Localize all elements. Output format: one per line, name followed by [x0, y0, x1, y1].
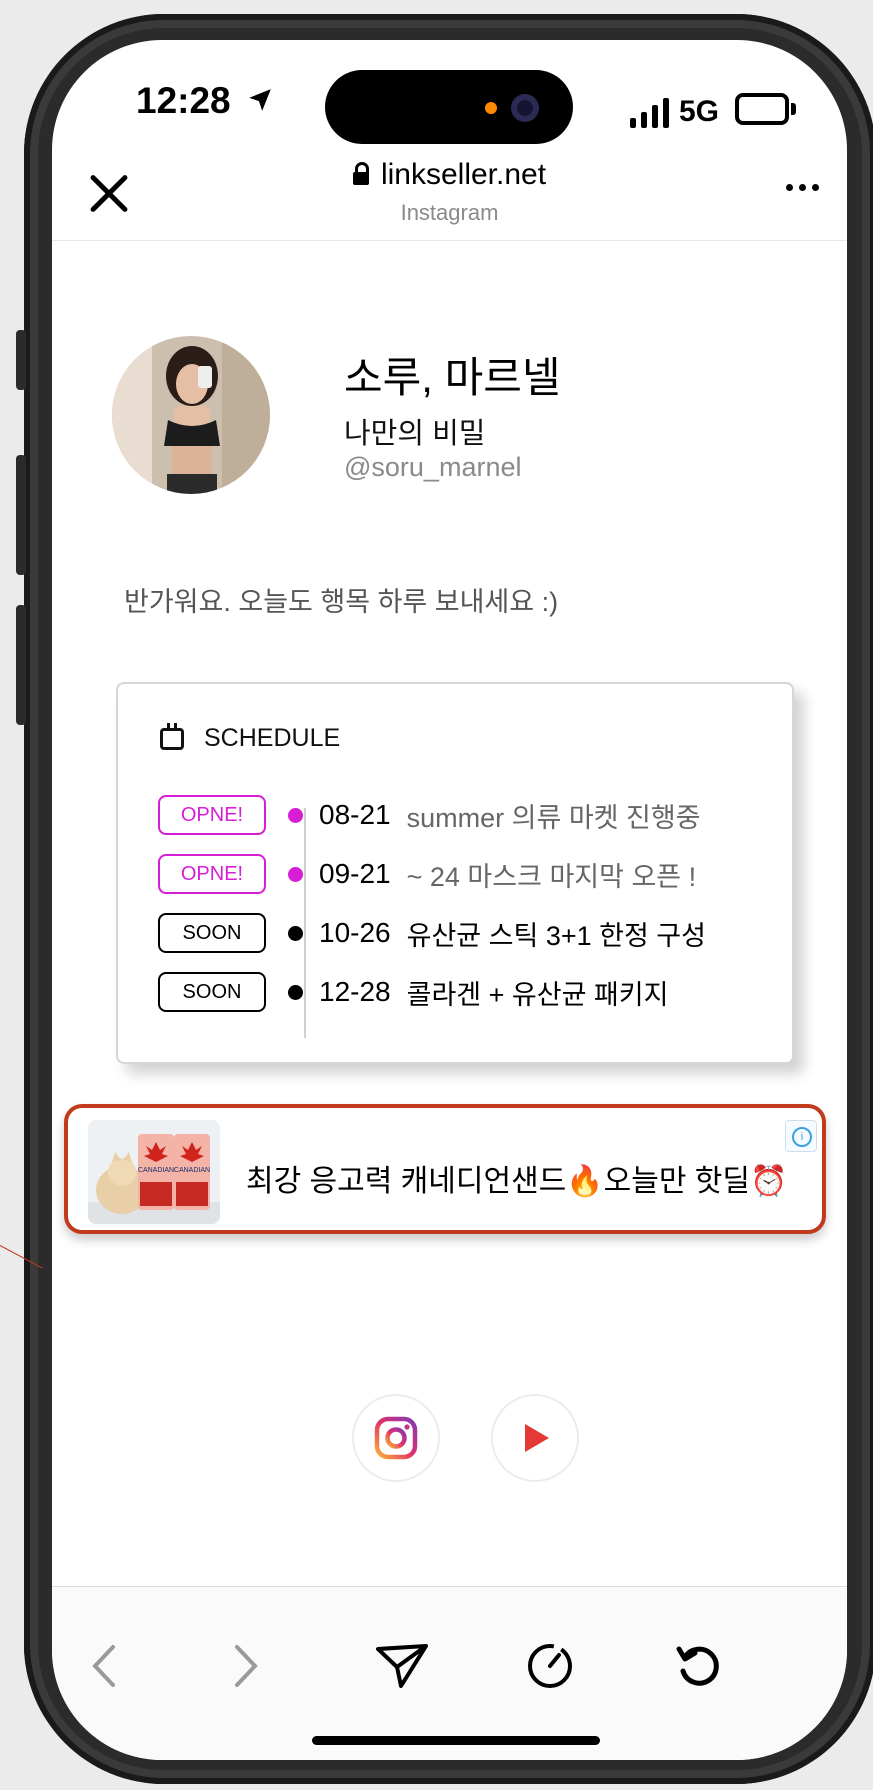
schedule-text: 콜라겐 + 유산균 패키지 [406, 979, 669, 1010]
phone-silent-switch [16, 330, 26, 390]
instagram-icon [374, 1416, 418, 1460]
camera-icon [511, 94, 539, 122]
phone-volume-up [16, 455, 26, 575]
calendar-icon [160, 722, 184, 750]
schedule-text: ~ 24 마스크 마지막 오픈 ! [406, 861, 697, 892]
location-arrow-icon [247, 80, 273, 122]
play-icon [525, 1424, 549, 1452]
schedule-text: 유산균 스틱 3+1 한정 구성 [406, 920, 706, 951]
browser-subtitle: Instagram [400, 200, 499, 225]
reload-button[interactable] [668, 1636, 728, 1696]
chevron-left-icon [92, 1645, 115, 1687]
ad-thumbnail: CANADIAN CANADIAN [88, 1120, 220, 1224]
ad-text: 최강 응고력 캐네디언샌드🔥오늘만 핫딜⏰ [246, 1165, 788, 1198]
ad-product-label: CANADIAN [138, 1167, 174, 1174]
timeline-dot [288, 925, 303, 941]
more-options-icon[interactable] [786, 184, 819, 191]
back-button[interactable] [74, 1636, 134, 1696]
chevron-right-icon [235, 1645, 258, 1687]
avatar [112, 336, 270, 494]
timeline-dot [288, 807, 303, 823]
status-bar-indicators: 5G [630, 88, 797, 128]
screen: 12:28 5G linkseller.net Instagram 소루, 마르… [52, 40, 847, 1760]
status-badge: SOON [158, 913, 266, 953]
home-indicator[interactable] [312, 1736, 600, 1745]
profile-handle[interactable]: @soru_marnel [344, 452, 521, 483]
schedule-item[interactable]: SOON 10-26 유산균 스틱 3+1 한정 구성 [158, 910, 706, 956]
network-label: 5G [679, 95, 720, 128]
privacy-indicator-icon [485, 102, 497, 114]
status-badge: SOON [158, 972, 266, 1012]
send-icon [376, 1644, 428, 1688]
schedule-item[interactable]: OPNE! 08-21 summer 의류 마켓 진행중 [158, 792, 701, 838]
profile-greeting: 반가워요. 오늘도 행목 하루 보내세요 :) [124, 587, 559, 617]
status-badge: OPNE! [158, 854, 266, 894]
phone-volume-down [16, 605, 26, 725]
ad-banner[interactable]: CANADIAN CANADIAN 최강 응고력 캐네디언샌드🔥오늘만 핫딜⏰ … [64, 1104, 826, 1234]
schedule-item[interactable]: SOON 12-28 콜라겐 + 유산균 패키지 [158, 969, 668, 1015]
url-text: linkseller.net [380, 158, 547, 191]
profile-tagline: 나만의 비밀 [344, 418, 486, 450]
ad-product-label: CANADIAN [174, 1167, 210, 1174]
time-text: 12:28 [136, 80, 231, 121]
schedule-date: 10-26 [319, 917, 391, 948]
forward-button[interactable] [216, 1636, 276, 1696]
instagram-link[interactable] [354, 1396, 438, 1480]
schedule-text: summer 의류 마켓 진행중 [406, 802, 701, 833]
battery-icon [735, 93, 797, 125]
dynamic-island [325, 70, 573, 144]
speed-button[interactable] [520, 1636, 580, 1696]
lock-icon [352, 161, 369, 185]
schedule-item[interactable]: OPNE! 09-21 ~ 24 마스크 마지막 오픈 ! [158, 851, 696, 897]
header-divider [52, 240, 847, 241]
schedule-date: 08-21 [319, 799, 391, 830]
toolbar-divider [52, 1586, 847, 1587]
schedule-date: 09-21 [319, 858, 391, 889]
schedule-title: SCHEDULE [204, 724, 341, 752]
schedule-date: 12-28 [319, 976, 391, 1007]
signal-icon [630, 96, 669, 128]
status-bar-time: 12:28 [130, 80, 273, 122]
timeline-dot [288, 984, 303, 1000]
address-bar[interactable]: linkseller.net Instagram [52, 158, 847, 226]
schedule-card: SCHEDULE OPNE! 08-21 summer 의류 마켓 진행중 OP… [116, 682, 794, 1064]
status-badge: OPNE! [158, 795, 266, 835]
profile-name: 소루, 마르넬 [344, 354, 561, 401]
reload-icon [676, 1646, 719, 1686]
timeline-dot [288, 866, 303, 882]
gauge-icon [528, 1644, 572, 1688]
info-icon[interactable]: i [785, 1120, 817, 1152]
share-button[interactable] [372, 1636, 432, 1696]
browser-toolbar [52, 1586, 847, 1760]
youtube-link[interactable] [493, 1396, 577, 1480]
